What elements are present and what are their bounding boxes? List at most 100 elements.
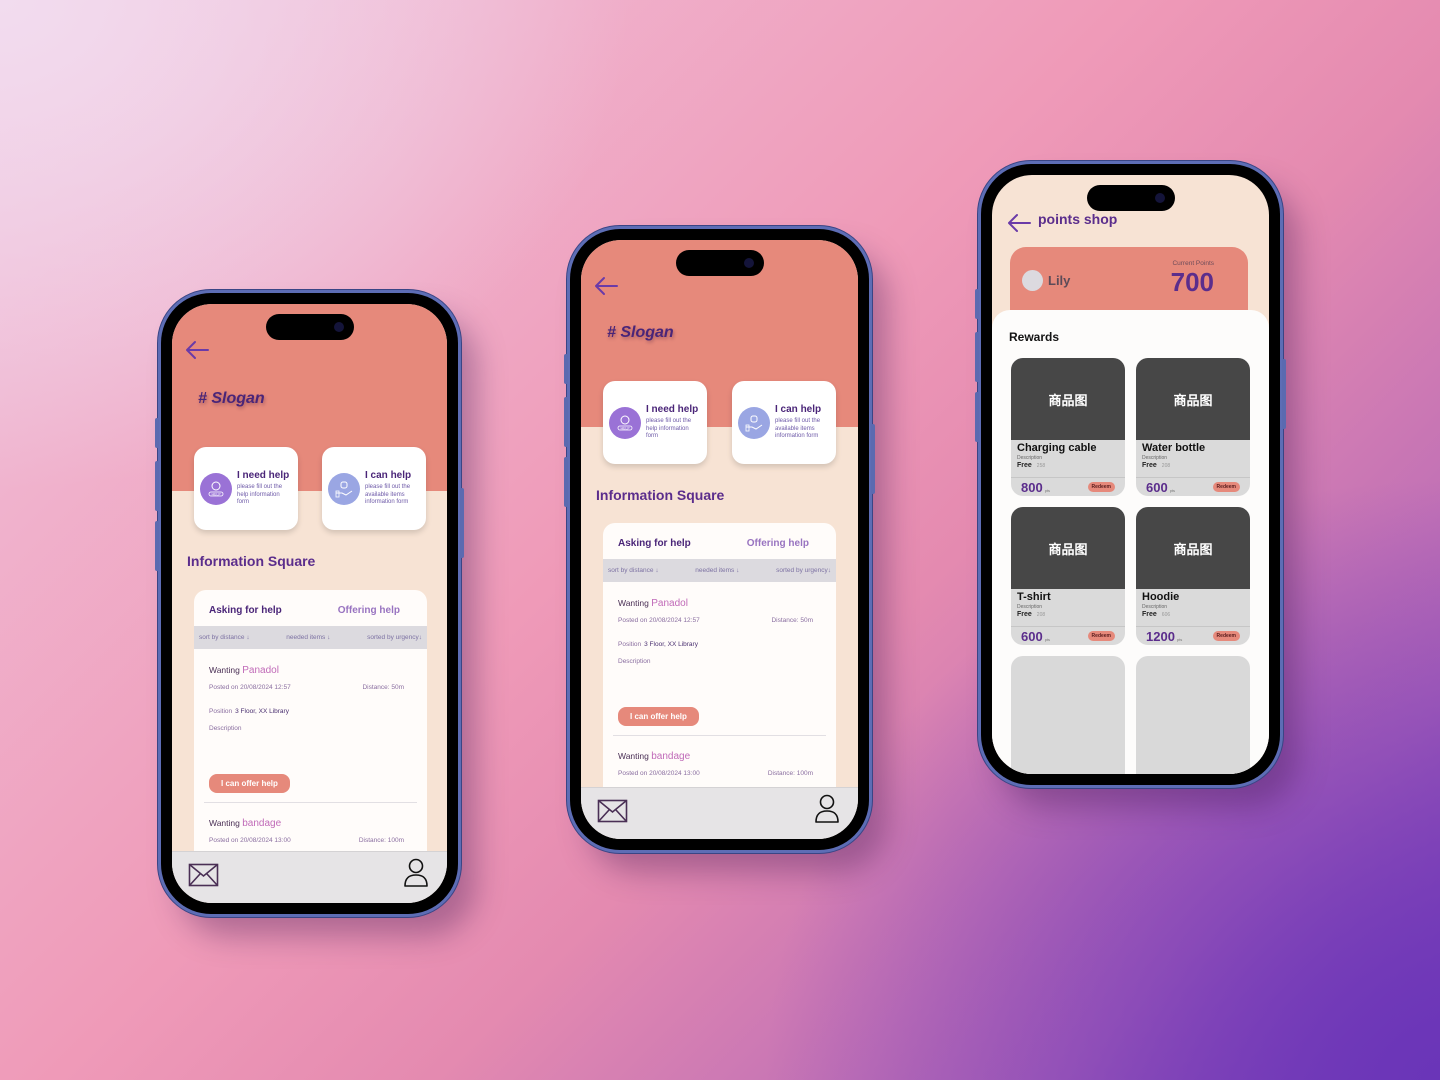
mute-switch bbox=[975, 289, 979, 319]
free-label: Free bbox=[1017, 462, 1032, 469]
reward-card[interactable]: 商品图 Hoodie Description Free 606 1200 pts R… bbox=[1136, 507, 1250, 645]
sort-needed-items[interactable]: needed items ↓ bbox=[286, 634, 330, 641]
product-image-placeholder: 商品图 bbox=[1011, 358, 1125, 440]
post-item: Panadol bbox=[242, 665, 279, 676]
redeem-button[interactable]: Redeem bbox=[1212, 482, 1240, 492]
post-distance: Distance: 100m bbox=[358, 837, 404, 844]
reward-name: Water bottle bbox=[1142, 442, 1206, 454]
phone-mockup-center: # Slogan HELP I need help please fill ou… bbox=[564, 229, 875, 850]
volume-up-button bbox=[155, 461, 159, 511]
bottom-nav bbox=[172, 851, 447, 903]
can-help-subtitle: please fill out the available items info… bbox=[365, 484, 411, 506]
reward-points: 600 bbox=[1021, 628, 1043, 644]
post-description: Description bbox=[209, 725, 242, 732]
reward-card[interactable]: 商品图 Water bottle Description Free 208 600… bbox=[1136, 358, 1250, 496]
reward-card-placeholder bbox=[1011, 656, 1125, 774]
post-date: Posted on 20/08/2024 12:57 bbox=[618, 617, 700, 624]
phone-mockup-right: points shop Lily Current Points 700 Rewa… bbox=[975, 164, 1286, 785]
reward-card[interactable]: 商品图 Charging cable Description Free 258 8… bbox=[1011, 358, 1125, 496]
help-screen: # Slogan HELP I need help please fill ou… bbox=[581, 240, 858, 839]
mail-icon[interactable] bbox=[188, 863, 219, 887]
post-item: Panadol bbox=[651, 598, 688, 609]
stock-count: 258 bbox=[1036, 463, 1046, 469]
need-help-subtitle: please fill out the help information for… bbox=[237, 484, 283, 506]
redeem-button[interactable]: Redeem bbox=[1087, 482, 1115, 492]
profile-icon[interactable] bbox=[814, 794, 840, 824]
post-item: bandage bbox=[242, 818, 282, 829]
power-button bbox=[460, 488, 464, 558]
volume-down-button bbox=[155, 521, 159, 571]
dynamic-island bbox=[675, 250, 764, 276]
user-name: Lily bbox=[1048, 273, 1071, 288]
sort-by-distance[interactable]: sort by distance ↓ bbox=[608, 567, 659, 574]
post-prefix: Wanting bbox=[209, 818, 240, 828]
post-prefix: Wanting bbox=[618, 751, 649, 761]
product-image-placeholder: 商品图 bbox=[1011, 507, 1125, 589]
reward-points: 1200 bbox=[1146, 628, 1175, 644]
sort-bar: sort by distance ↓ needed items ↓ sorted… bbox=[194, 626, 427, 649]
avatar bbox=[1022, 270, 1043, 291]
helping-hand-icon bbox=[328, 472, 360, 505]
position-label: Position bbox=[209, 708, 233, 715]
post-date: Posted on 20/08/2024 13:00 bbox=[618, 770, 700, 777]
bottom-nav bbox=[581, 787, 858, 839]
need-help-card[interactable]: HELP I need help please fill out the hel… bbox=[194, 447, 298, 530]
tab-offering-help[interactable]: Offering help bbox=[747, 538, 809, 559]
reward-name: T-shirt bbox=[1017, 591, 1051, 603]
stock-count: 606 bbox=[1161, 612, 1171, 618]
tab-offering-help[interactable]: Offering help bbox=[338, 605, 400, 626]
information-square-title: Information Square bbox=[187, 553, 316, 569]
power-button bbox=[871, 424, 875, 494]
sort-needed-items[interactable]: needed items ↓ bbox=[695, 567, 739, 574]
sort-by-urgency[interactable]: sorted by urgency↓ bbox=[776, 567, 831, 574]
mail-icon[interactable] bbox=[597, 799, 628, 823]
sort-by-distance[interactable]: sort by distance ↓ bbox=[199, 634, 250, 641]
need-help-card[interactable]: HELP I need help please fill out the hel… bbox=[603, 381, 707, 464]
rewards-title: Rewards bbox=[1009, 330, 1060, 344]
offer-help-button[interactable]: I can offer help bbox=[209, 774, 290, 793]
help-person-icon: HELP bbox=[200, 472, 232, 505]
mute-switch bbox=[155, 418, 159, 448]
can-help-subtitle: please fill out the available items info… bbox=[775, 418, 821, 440]
divider bbox=[613, 735, 826, 736]
back-arrow-icon[interactable] bbox=[184, 340, 210, 360]
need-help-subtitle: please fill out the help information for… bbox=[646, 418, 692, 440]
free-label: Free bbox=[1017, 611, 1032, 618]
slogan: # Slogan bbox=[198, 390, 265, 407]
helping-hand-icon bbox=[738, 406, 770, 439]
product-image-placeholder: 商品图 bbox=[1136, 358, 1250, 440]
back-arrow-icon[interactable] bbox=[593, 276, 619, 296]
can-help-card[interactable]: I can help please fill out the available… bbox=[322, 447, 426, 530]
volume-down-button bbox=[564, 457, 568, 507]
can-help-card[interactable]: I can help please fill out the available… bbox=[732, 381, 836, 464]
information-list: Asking for help Offering help sort by di… bbox=[194, 590, 427, 880]
rewards-panel: Rewards 商品图 Charging cable Description F… bbox=[992, 310, 1269, 774]
free-label: Free bbox=[1142, 462, 1157, 469]
volume-down-button bbox=[975, 392, 979, 442]
mute-switch bbox=[564, 354, 568, 384]
back-arrow-icon[interactable] bbox=[1006, 213, 1032, 233]
post-prefix: Wanting bbox=[618, 598, 649, 608]
reward-card[interactable]: 商品图 T-shirt Description Free 208 600 pts R… bbox=[1011, 507, 1125, 645]
points-unit: pts bbox=[1044, 636, 1051, 642]
sort-by-urgency[interactable]: sorted by urgency↓ bbox=[367, 634, 422, 641]
dynamic-island bbox=[1086, 185, 1175, 211]
reward-description: Description bbox=[1017, 455, 1043, 461]
power-button bbox=[1282, 359, 1286, 429]
tab-asking-for-help[interactable]: Asking for help bbox=[618, 538, 691, 559]
post-distance: Distance: 50m bbox=[771, 617, 813, 624]
dynamic-island bbox=[265, 314, 354, 340]
offer-help-button[interactable]: I can offer help bbox=[618, 707, 699, 726]
post-item: bandage bbox=[651, 751, 691, 762]
points-value: 700 bbox=[1170, 267, 1214, 297]
help-person-icon: HELP bbox=[609, 406, 641, 439]
profile-icon[interactable] bbox=[403, 858, 429, 888]
post-date: Posted on 20/08/2024 13:00 bbox=[209, 837, 291, 844]
tab-asking-for-help[interactable]: Asking for help bbox=[209, 605, 282, 626]
post-description: Description bbox=[618, 658, 651, 665]
points-unit: pts bbox=[1044, 487, 1051, 493]
svg-text:HELP: HELP bbox=[621, 426, 630, 430]
reward-description: Description bbox=[1142, 604, 1168, 610]
redeem-button[interactable]: Redeem bbox=[1087, 631, 1115, 641]
redeem-button[interactable]: Redeem bbox=[1212, 631, 1240, 641]
